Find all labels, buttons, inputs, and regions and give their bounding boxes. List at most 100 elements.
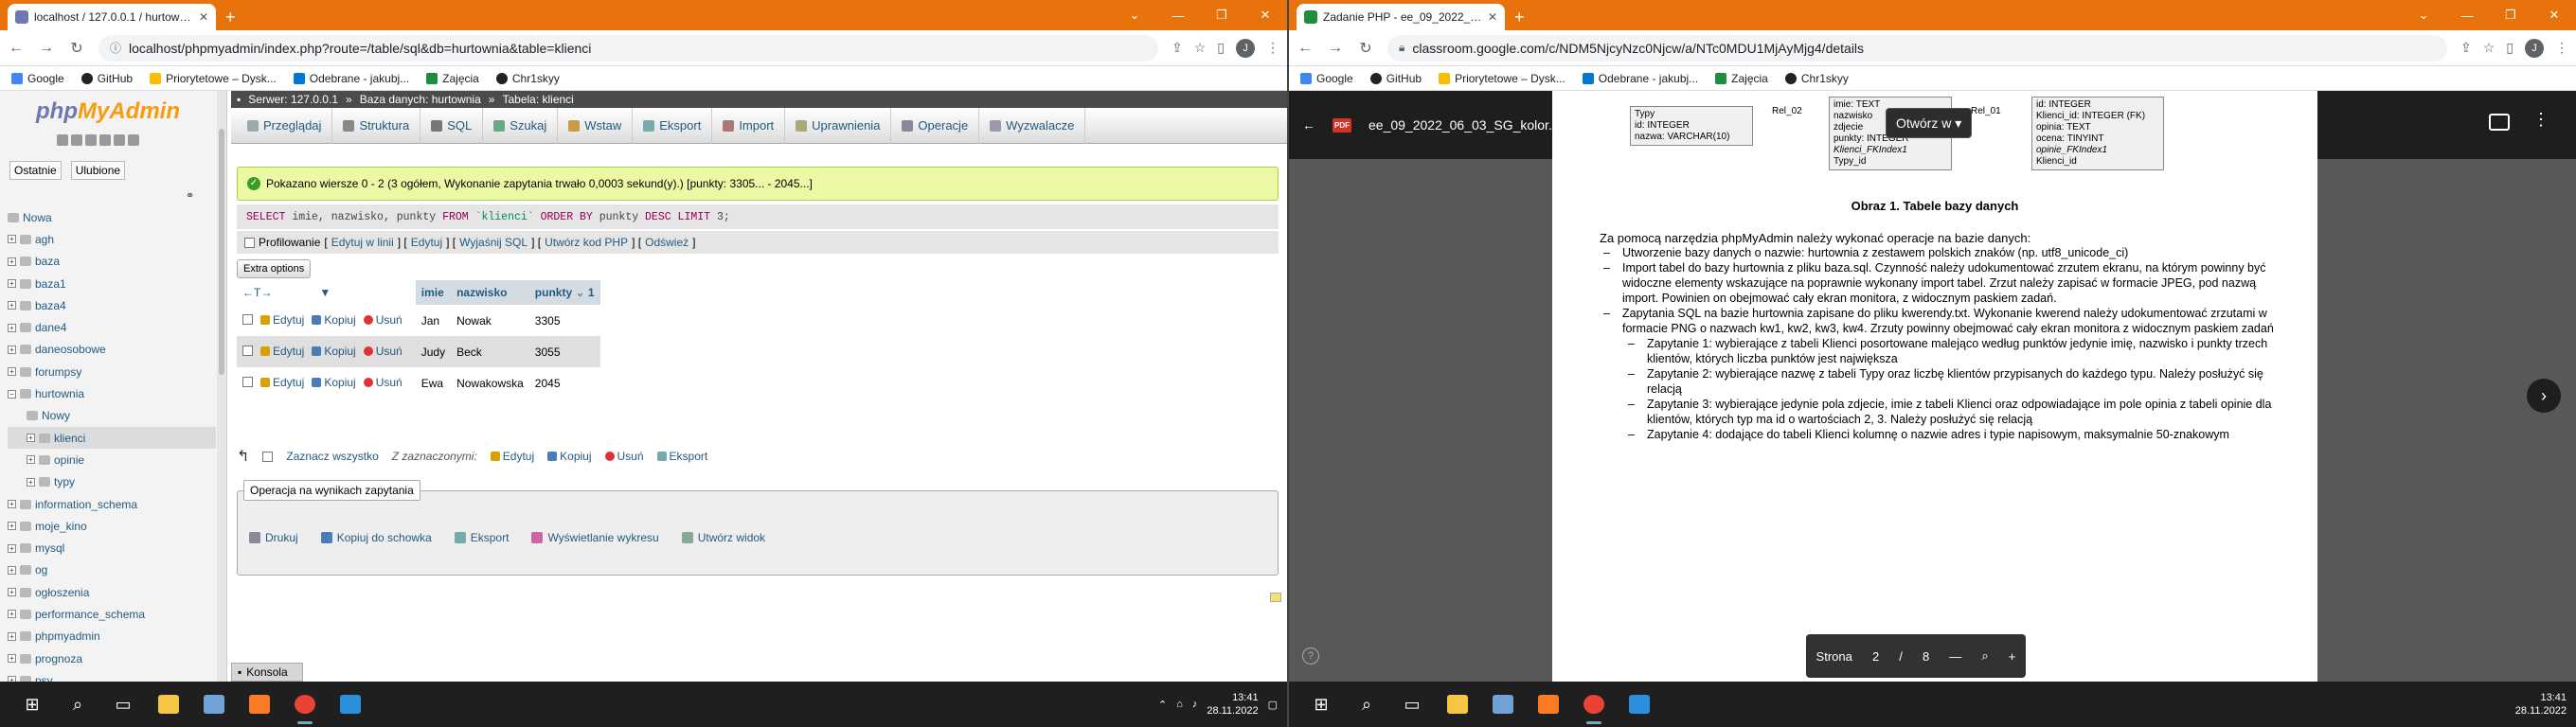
- tree-database-item[interactable]: + dane4: [8, 316, 216, 338]
- bookmark-star-icon[interactable]: ☆: [2483, 40, 2496, 56]
- tab-search-icon[interactable]: ⌄: [2402, 8, 2445, 23]
- tree-table-item[interactable]: + opinie: [8, 449, 216, 470]
- bookmark-google[interactable]: Google: [11, 72, 64, 85]
- column-header-imie[interactable]: imie: [415, 280, 452, 305]
- expand-icon[interactable]: −: [8, 389, 16, 399]
- notepad-icon[interactable]: [1480, 682, 1526, 727]
- search-icon[interactable]: ⌕: [1344, 682, 1389, 727]
- expand-icon[interactable]: +: [8, 345, 16, 354]
- tab-favorites[interactable]: Ulubione: [70, 161, 126, 180]
- home-icon[interactable]: [57, 134, 68, 146]
- expand-icon[interactable]: +: [8, 543, 16, 553]
- bookmark-github[interactable]: GitHub: [80, 72, 133, 85]
- row-edit-button[interactable]: Edytuj: [260, 376, 304, 389]
- bookmark-classroom[interactable]: Zajęcia: [1715, 72, 1768, 85]
- extra-options-button[interactable]: Extra options: [237, 259, 312, 278]
- share-icon[interactable]: ⇪: [1172, 40, 1183, 56]
- close-window-button[interactable]: ✕: [2532, 8, 2576, 23]
- notepad-icon[interactable]: [191, 682, 237, 727]
- start-button[interactable]: ⊞: [9, 682, 55, 727]
- row-edit-button[interactable]: Edytuj: [260, 313, 304, 327]
- tree-database-item[interactable]: + performance_schema: [8, 603, 216, 625]
- address-bar[interactable]: 🔒︎ classroom.google.com/c/NDM5NjcyNzc0Nj…: [1387, 34, 2447, 62]
- tree-table-item[interactable]: + klienci: [8, 426, 216, 450]
- restore-button[interactable]: ❐: [2489, 8, 2532, 23]
- expand-icon[interactable]: +: [8, 500, 16, 508]
- info-icon[interactable]: ⓘ: [110, 40, 121, 56]
- print-icon[interactable]: [2489, 114, 2510, 131]
- row-copy-button[interactable]: Kopiuj: [312, 313, 356, 327]
- sidebar-icon[interactable]: ▯: [2506, 40, 2513, 56]
- expand-icon[interactable]: +: [8, 631, 16, 641]
- row-copy-button[interactable]: Kopiuj: [312, 345, 356, 358]
- breadcrumb-database[interactable]: Baza danych: hurtownia: [360, 93, 481, 106]
- tab-triggers[interactable]: Wyzwalacze: [979, 107, 1086, 144]
- expand-icon[interactable]: +: [8, 323, 16, 332]
- tab-search-icon[interactable]: ⌄: [1113, 8, 1156, 23]
- settings-icon[interactable]: [114, 134, 125, 146]
- column-nav-arrows[interactable]: ←T→ ▼: [237, 280, 416, 305]
- expand-icon[interactable]: +: [8, 301, 16, 310]
- phpmyadmin-logo[interactable]: phpMyAdmin: [36, 98, 180, 125]
- network-icon[interactable]: ⌂: [1176, 699, 1183, 710]
- tree-database-item[interactable]: + phpmyadmin: [8, 626, 216, 647]
- search-icon[interactable]: ⌕: [55, 682, 100, 727]
- column-header-punkty[interactable]: punkty ⌄ 1: [528, 280, 600, 305]
- bookmark-github[interactable]: GitHub: [1369, 72, 1422, 85]
- row-checkbox[interactable]: [242, 314, 253, 325]
- page-current[interactable]: 2: [1872, 649, 1879, 664]
- forward-icon[interactable]: →: [1327, 40, 1344, 57]
- bookmark-chr1skyy[interactable]: Chr1skyy: [1784, 72, 1849, 85]
- help-icon[interactable]: [85, 134, 97, 146]
- select-all-checkbox[interactable]: [262, 451, 274, 462]
- bookmark-drive[interactable]: Priorytetowe – Dysk...: [150, 72, 277, 85]
- file-explorer-icon[interactable]: [146, 682, 191, 727]
- close-tab-icon[interactable]: ✕: [199, 10, 208, 24]
- minimize-button[interactable]: —: [1156, 9, 1200, 23]
- expand-icon[interactable]: +: [27, 434, 35, 443]
- profiling-checkbox[interactable]: [244, 237, 255, 248]
- expand-icon[interactable]: +: [8, 654, 16, 664]
- help-icon[interactable]: ?: [1302, 647, 1319, 665]
- tree-database-item[interactable]: Nowa: [8, 206, 216, 228]
- restore-button[interactable]: ❐: [1200, 8, 1243, 23]
- tree-database-item[interactable]: + baza: [8, 251, 216, 273]
- address-bar[interactable]: ⓘ localhost/phpmyadmin/index.php?route=/…: [98, 34, 1158, 62]
- open-with-button[interactable]: Otwórz w ▾: [1886, 108, 1973, 138]
- row-checkbox[interactable]: [242, 346, 253, 356]
- bulk-copy-button[interactable]: Kopiuj: [547, 450, 592, 463]
- row-checkbox[interactable]: [242, 377, 253, 387]
- docs-icon[interactable]: [99, 134, 111, 146]
- breadcrumb-server[interactable]: Serwer: 127.0.0.1: [248, 93, 338, 106]
- tab-structure[interactable]: Struktura: [332, 107, 421, 144]
- browser-tab[interactable]: Zadanie PHP - ee_09_2022_06_03... ✕: [1297, 4, 1505, 30]
- profile-avatar[interactable]: J: [1236, 38, 1255, 58]
- link-chain-icon[interactable]: ⚭: [186, 189, 194, 202]
- task-view-icon[interactable]: ▭: [1389, 682, 1435, 727]
- expand-icon[interactable]: +: [8, 565, 16, 575]
- expand-icon[interactable]: +: [8, 588, 16, 597]
- menu-icon[interactable]: ⋮: [1266, 40, 1279, 56]
- tab-import[interactable]: Import: [712, 107, 786, 144]
- tree-database-item[interactable]: + ogłoszenia: [8, 581, 216, 603]
- link-explain[interactable]: Wyjaśnij SQL: [459, 236, 528, 249]
- nav-scroll-thumb[interactable]: [219, 129, 224, 375]
- expand-icon[interactable]: +: [8, 610, 16, 619]
- bookmark-chr1skyy[interactable]: Chr1skyy: [495, 72, 560, 85]
- expand-icon[interactable]: +: [8, 367, 16, 377]
- next-file-button[interactable]: ›: [2527, 379, 2561, 413]
- expand-icon[interactable]: +: [8, 279, 16, 289]
- bulk-delete-button[interactable]: Usuń: [604, 450, 644, 463]
- export-button[interactable]: Eksport: [454, 531, 509, 544]
- nav-scrollbar[interactable]: [217, 91, 226, 682]
- breadcrumb-table[interactable]: Tabela: klienci: [502, 93, 573, 106]
- tree-database-item[interactable]: + forumpsy: [8, 361, 216, 382]
- tray-chevron-icon[interactable]: ⌃: [1158, 699, 1167, 711]
- bookmark-mail[interactable]: Odebrane - jakubj...: [1582, 72, 1698, 85]
- tab-search[interactable]: Szukaj: [483, 107, 559, 144]
- tree-database-item[interactable]: + mysql: [8, 537, 216, 559]
- forward-icon[interactable]: →: [38, 40, 55, 57]
- link-refresh[interactable]: Odśwież: [645, 236, 689, 249]
- row-edit-button[interactable]: Edytuj: [260, 345, 304, 358]
- lock-icon[interactable]: 🔒︎: [1399, 41, 1404, 55]
